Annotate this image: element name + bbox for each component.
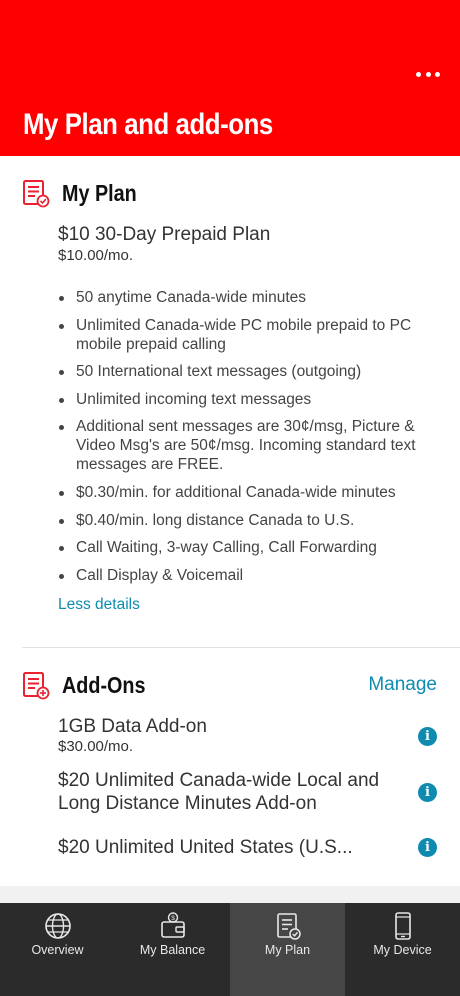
tab-overview[interactable]: Overview (0, 903, 115, 996)
info-icon[interactable]: i (418, 727, 437, 746)
less-details-link[interactable]: Less details (58, 596, 140, 614)
plan-price: $10.00/mo. (58, 247, 134, 264)
wallet-icon: $ (160, 912, 185, 938)
addon-document-plus-icon (23, 672, 50, 700)
tab-label: My Device (373, 943, 432, 957)
more-options-button[interactable] (416, 64, 440, 84)
more-dot (425, 71, 431, 77)
plan-feature-item: Unlimited incoming text messages (58, 390, 448, 409)
plan-feature-item: 50 anytime Canada-wide minutes (58, 288, 448, 307)
phone-icon (394, 912, 411, 940)
more-dot (435, 71, 440, 77)
tab-label: Overview (31, 943, 84, 957)
plan-feature-item: $0.40/min. long distance Canada to U.S. (58, 511, 448, 530)
section-divider (22, 647, 460, 648)
tab-my-balance[interactable]: $ My Balance (115, 903, 230, 996)
plan-feature-item: Call Display & Voicemail (58, 566, 448, 585)
page-title: My Plan and add-ons (23, 108, 273, 141)
plan-features-list: 50 anytime Canada-wide minutes Unlimited… (58, 288, 448, 593)
app-header: My Plan and add-ons (0, 0, 460, 156)
bottom-tab-bar: Overview $ My Balance My Plan My Device (0, 903, 460, 996)
tab-my-device[interactable]: My Device (345, 903, 460, 996)
addon-name: $20 Unlimited United States (U.S... (58, 837, 353, 858)
plan-feature-item: Additional sent messages are 30¢/msg, Pi… (58, 417, 448, 474)
plan-feature-item: 50 International text messages (outgoing… (58, 362, 448, 381)
plan-feature-item: Call Waiting, 3-way Calling, Call Forwar… (58, 538, 448, 557)
add-ons-heading: Add-Ons (62, 672, 146, 698)
plan-document-icon (276, 913, 301, 940)
plan-document-check-icon (23, 180, 50, 208)
manage-add-ons-link[interactable]: Manage (368, 674, 437, 696)
addon-name: $20 Unlimited Canada-wide Local and Long… (58, 770, 380, 814)
plan-name: $10 30-Day Prepaid Plan (58, 224, 271, 245)
plan-feature-item: $0.30/min. for additional Canada-wide mi… (58, 483, 448, 502)
my-plan-heading: My Plan (62, 180, 137, 206)
addon-price: $30.00/mo. (58, 738, 134, 755)
addon-name: 1GB Data Add-on (58, 716, 207, 737)
plan-feature-item: Unlimited Canada-wide PC mobile prepaid … (58, 316, 448, 354)
tab-label: My Plan (264, 943, 311, 957)
info-icon[interactable]: i (418, 783, 437, 802)
globe-icon (44, 913, 71, 939)
more-dot (416, 71, 421, 77)
svg-text:$: $ (171, 915, 175, 922)
info-icon[interactable]: i (418, 838, 437, 857)
tab-my-plan[interactable]: My Plan (230, 903, 345, 996)
plan-content: My Plan $10 30-Day Prepaid Plan $10.00/m… (0, 156, 460, 886)
tab-label: My Balance (139, 943, 206, 957)
